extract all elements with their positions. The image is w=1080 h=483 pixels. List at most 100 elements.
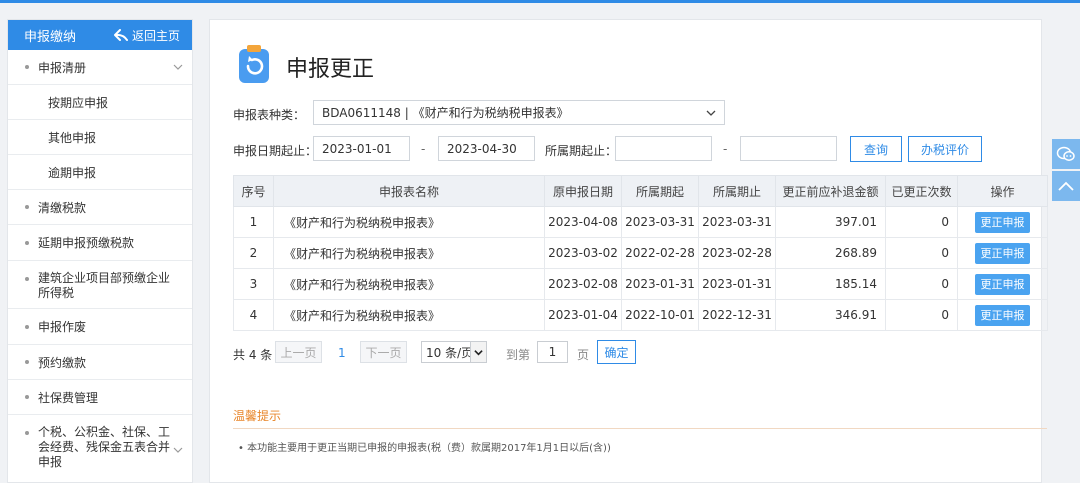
table-row: 1 《财产和行为税纳税申报表》 2023-04-08 2023-03-31 20… bbox=[233, 206, 1048, 238]
tips-divider bbox=[233, 428, 1047, 429]
period-start-cell: 2022-02-28 bbox=[621, 237, 699, 269]
period-from-input[interactable] bbox=[615, 136, 712, 161]
table-row: 4 《财产和行为税纳税申报表》 2023-01-04 2022-10-01 20… bbox=[233, 299, 1048, 331]
bullet-icon bbox=[25, 205, 29, 209]
correct-declaration-button[interactable]: 更正申报 bbox=[975, 304, 1030, 326]
prev-page-button[interactable]: 上一页 bbox=[275, 341, 322, 363]
sidebar-title: 申报缴纳 bbox=[24, 29, 77, 45]
period-start-cell: 2022-10-01 bbox=[621, 299, 699, 331]
sidebar-item-declaration-list[interactable]: 申报清册 bbox=[8, 50, 192, 85]
bullet-icon bbox=[25, 395, 29, 399]
sidebar-header: 申报缴纳 返回主页 bbox=[8, 20, 192, 50]
period-separator: - bbox=[723, 142, 728, 156]
sidebar-item-label: 申报作废 bbox=[38, 320, 87, 334]
back-arrow-icon bbox=[113, 29, 128, 41]
sidebar-item-label: 申报清册 bbox=[38, 60, 87, 75]
sidebar-subitem-label: 其他申报 bbox=[48, 130, 97, 145]
column-header: 申报表名称 bbox=[273, 175, 545, 207]
column-header: 更正前应补退金额 bbox=[775, 175, 886, 207]
page-unit-label: 页 bbox=[577, 348, 590, 362]
table-row: 3 《财产和行为税纳税申报表》 2023-02-08 2023-01-31 20… bbox=[233, 268, 1048, 300]
period-end-cell: 2023-01-31 bbox=[698, 268, 776, 300]
sidebar-subitem-label: 按期应申报 bbox=[48, 95, 109, 110]
date-separator: - bbox=[421, 142, 426, 156]
sidebar-item-appointment[interactable]: 预约缴款 bbox=[8, 345, 192, 380]
amount-cell: 268.89 bbox=[775, 237, 886, 269]
sidebar-item-construction[interactable]: 建筑企业项目部预缴企业 所得税 bbox=[8, 261, 192, 309]
declaration-type-select[interactable]: BDA0611148 | 《财产和行为税纳税申报表》 bbox=[313, 100, 725, 125]
sidebar-item-social-security[interactable]: 社保费管理 bbox=[8, 380, 192, 415]
goto-label: 到第 bbox=[506, 348, 531, 362]
period-end-cell: 2022-12-31 bbox=[698, 299, 776, 331]
next-page-button[interactable]: 下一页 bbox=[360, 341, 407, 363]
bullet-icon bbox=[25, 360, 29, 364]
table-row: 2 《财产和行为税纳税申报表》 2023-03-02 2022-02-28 20… bbox=[233, 237, 1048, 269]
query-button[interactable]: 查询 bbox=[850, 136, 902, 162]
date-range-label: 申报日期起止： bbox=[233, 144, 318, 158]
column-header: 所属期止 bbox=[698, 175, 776, 207]
form-name-cell: 《财产和行为税纳税申报表》 bbox=[273, 206, 545, 238]
amount-cell: 185.14 bbox=[775, 268, 886, 300]
goto-page-input[interactable]: 1 bbox=[537, 341, 568, 363]
current-page[interactable]: 1 bbox=[338, 346, 346, 360]
bullet-icon bbox=[25, 240, 29, 245]
sidebar-item-void[interactable]: 申报作废 bbox=[8, 309, 192, 345]
correct-declaration-button[interactable]: 更正申报 bbox=[975, 273, 1030, 295]
chat-icon bbox=[1056, 146, 1075, 161]
back-home-label: 返回主页 bbox=[131, 28, 180, 43]
sidebar-item-deferred[interactable]: 延期申报预缴税款 bbox=[8, 225, 192, 261]
total-count: 共 4 条 bbox=[233, 348, 273, 362]
column-header: 操作 bbox=[957, 175, 1048, 207]
date-to-input[interactable]: 2023-04-30 bbox=[438, 136, 535, 161]
sidebar-item-five-in-one[interactable]: 个税、公积金、社保、工 会经费、残保金五表合并 申报 bbox=[8, 415, 192, 482]
sidebar-subitem-due[interactable]: 按期应申报 bbox=[8, 85, 192, 120]
sidebar-item-label: 预约缴款 bbox=[38, 355, 87, 370]
bullet-icon bbox=[25, 277, 29, 281]
action-cell: 更正申报 bbox=[957, 206, 1048, 238]
row-number: 4 bbox=[233, 299, 274, 331]
back-to-top-button[interactable] bbox=[1052, 171, 1080, 201]
form-name-cell: 《财产和行为税纳税申报表》 bbox=[273, 268, 545, 300]
declare-date-cell: 2023-03-02 bbox=[544, 237, 622, 269]
sidebar-subitem-overdue[interactable]: 逾期申报 bbox=[8, 155, 192, 190]
column-header: 所属期起 bbox=[621, 175, 699, 207]
back-to-top-icon bbox=[1058, 181, 1074, 191]
period-to-input[interactable] bbox=[740, 136, 837, 161]
tax-evaluation-button[interactable]: 办税评价 bbox=[908, 136, 982, 162]
correction-count-cell: 0 bbox=[885, 237, 958, 269]
period-start-cell: 2023-03-31 bbox=[621, 206, 699, 238]
column-header: 原申报日期 bbox=[544, 175, 622, 207]
back-home-link[interactable]: 返回主页 bbox=[113, 27, 180, 44]
goto-confirm-button[interactable]: 确定 bbox=[597, 340, 636, 364]
correction-count-cell: 0 bbox=[885, 268, 958, 300]
declare-date-cell: 2023-02-08 bbox=[544, 268, 622, 300]
page-title: 申报更正 bbox=[286, 57, 375, 82]
form-name-cell: 《财产和行为税纳税申报表》 bbox=[273, 237, 545, 269]
page-size-value: 10 条/页 bbox=[426, 345, 474, 360]
amount-cell: 397.01 bbox=[775, 206, 886, 238]
action-cell: 更正申报 bbox=[957, 237, 1048, 269]
page-size-select[interactable]: 10 条/页 bbox=[421, 341, 487, 363]
sidebar-item-label: 个税、公积金、社保、工 会经费、残保金五表合并 申报 bbox=[38, 425, 171, 469]
sidebar-subitem-other[interactable]: 其他申报 bbox=[8, 120, 192, 155]
date-from-input[interactable]: 2023-01-01 bbox=[313, 136, 410, 161]
sidebar-item-label: 建筑企业项目部预缴企业 所得税 bbox=[38, 271, 171, 300]
action-cell: 更正申报 bbox=[957, 268, 1048, 300]
correct-declaration-button[interactable]: 更正申报 bbox=[975, 211, 1030, 233]
sidebar-item-clear-tax[interactable]: 清缴税款 bbox=[8, 190, 192, 225]
declare-date-cell: 2023-04-08 bbox=[544, 206, 622, 238]
table-header-row: 序号 申报表名称 原申报日期 所属期起 所属期止 更正前应补退金额 已更正次数 … bbox=[233, 175, 1048, 207]
correction-count-cell: 0 bbox=[885, 299, 958, 331]
clipboard-refresh-icon bbox=[239, 45, 269, 83]
sidebar-item-label: 延期申报预缴税款 bbox=[38, 236, 135, 250]
period-end-cell: 2023-02-28 bbox=[698, 237, 776, 269]
date-from-value: 2023-01-01 bbox=[322, 141, 392, 156]
chat-float-button[interactable] bbox=[1052, 139, 1080, 169]
bullet-icon bbox=[25, 324, 29, 329]
sidebar: 申报缴纳 返回主页 申报清册 按期应申报 其他申报 逾期申报 清缴税款 延期申报… bbox=[7, 19, 193, 483]
column-header: 序号 bbox=[233, 175, 274, 207]
sidebar-item-label: 清缴税款 bbox=[38, 200, 87, 215]
row-number: 1 bbox=[233, 206, 274, 238]
amount-cell: 346.91 bbox=[775, 299, 886, 331]
correct-declaration-button[interactable]: 更正申报 bbox=[975, 242, 1030, 264]
